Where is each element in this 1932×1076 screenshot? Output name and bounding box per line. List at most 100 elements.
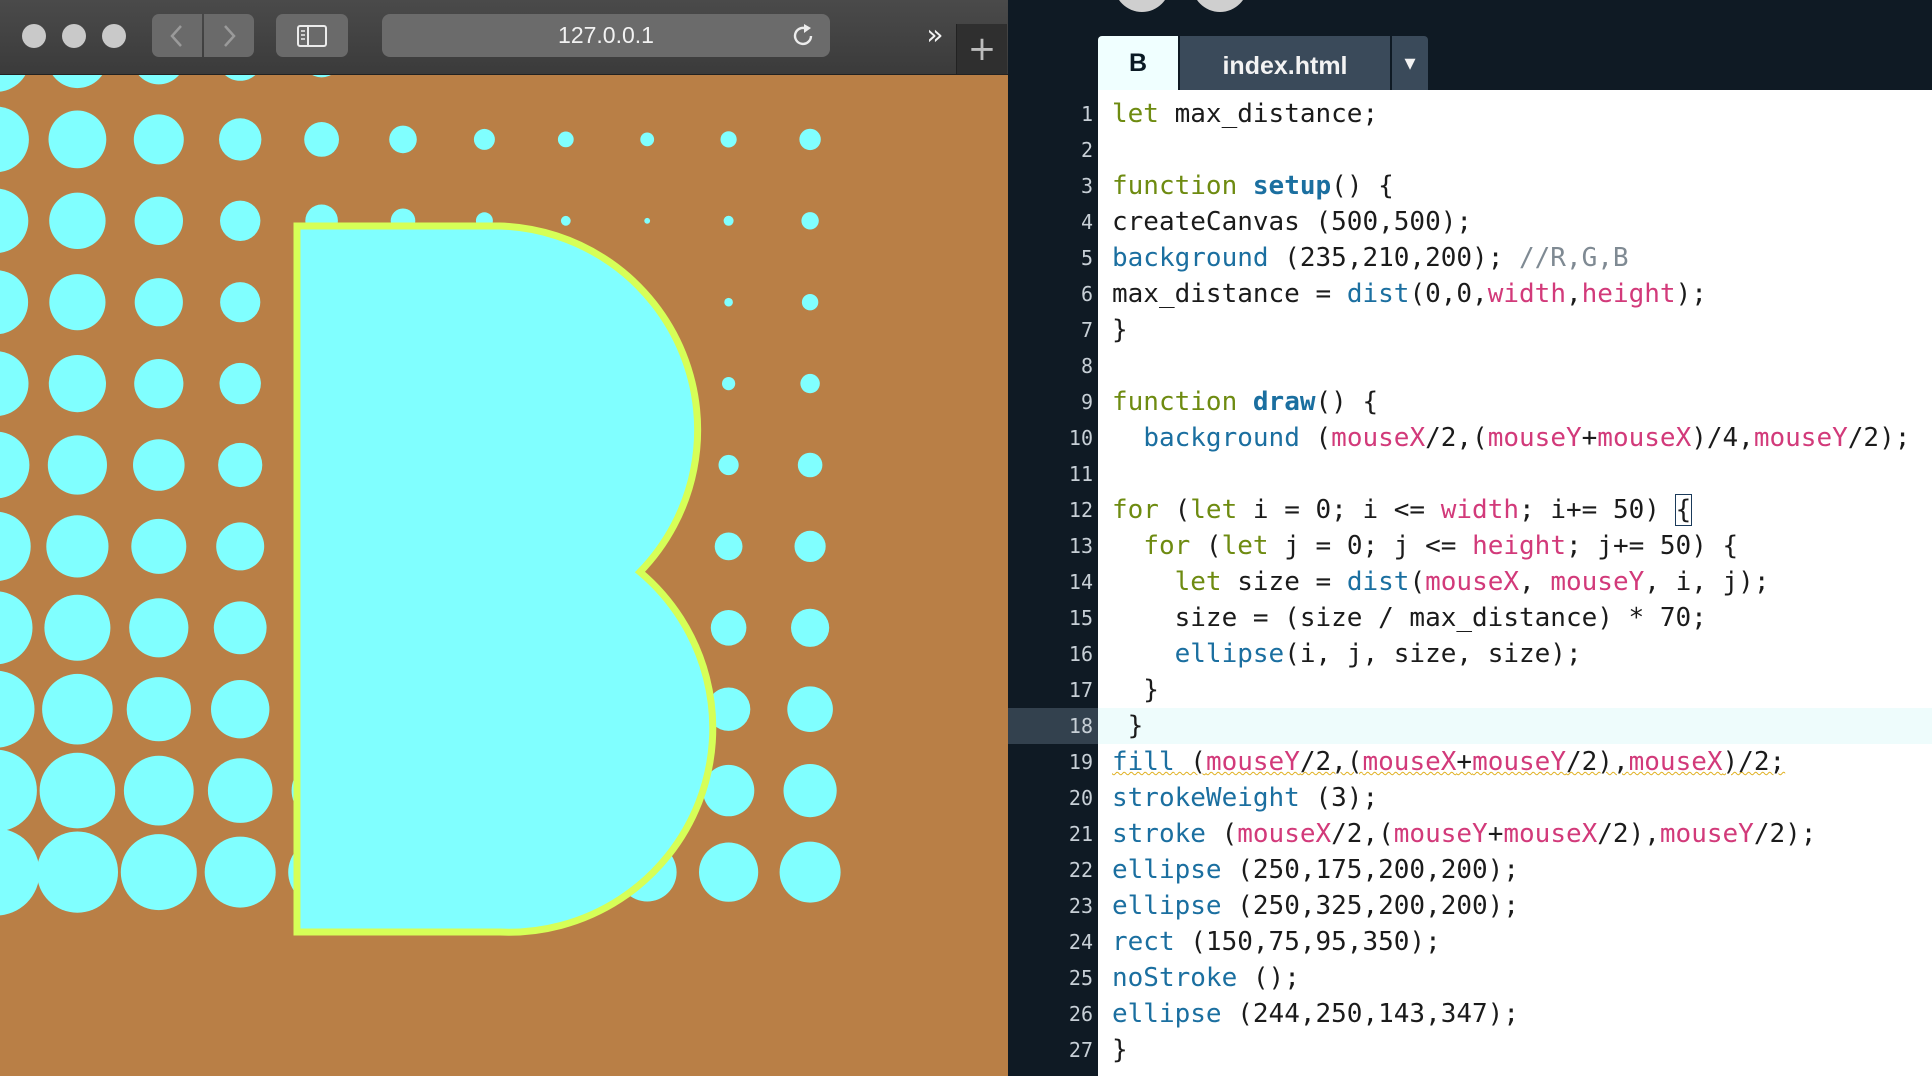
- line-number: 12: [1068, 498, 1093, 522]
- url-text: 127.0.0.1: [558, 22, 654, 48]
- grid-dot: [216, 522, 265, 571]
- code-line: 6 max_distance = dist(0,0,width,height);: [1008, 276, 1932, 312]
- code-text: }: [1112, 1035, 1128, 1065]
- tab-label: index.html: [1222, 51, 1348, 80]
- grid-dot: [48, 355, 106, 413]
- tab-index-html[interactable]: index.html: [1180, 36, 1390, 93]
- code-line: 21 stroke (mouseX/2,(mouseY+mouseX/2),mo…: [1008, 816, 1932, 852]
- line-number: 8: [1080, 354, 1093, 378]
- grid-dot: [134, 359, 184, 409]
- grid-dot: [710, 610, 747, 646]
- code-line: 8: [1008, 348, 1932, 384]
- code-line: 27 }: [1008, 1032, 1932, 1068]
- grid-dot: [220, 282, 261, 323]
- code-line: 5 background (235,210,200); //R,G,B: [1008, 240, 1932, 276]
- code-line: 23 ellipse (250,325,200,200);: [1008, 888, 1932, 924]
- caret-down-icon: ▾: [1404, 50, 1416, 76]
- line-number: 9: [1080, 390, 1093, 414]
- line-number: 17: [1068, 678, 1093, 702]
- grid-dot: [304, 122, 339, 157]
- code-line: 9 function draw() {: [1008, 384, 1932, 420]
- code-line: 25 noStroke ();: [1008, 960, 1932, 996]
- sketch-canvas[interactable]: [0, 74, 997, 1076]
- grid-dot: [49, 274, 106, 331]
- grid-dot: [36, 831, 118, 913]
- code-text: stroke (mouseX/2,(mouseY+mouseX/2),mouse…: [1112, 819, 1817, 849]
- line-number: 26: [1068, 1002, 1093, 1026]
- line-number: 19: [1068, 750, 1093, 774]
- close-window-button[interactable]: [22, 24, 46, 48]
- grid-dot: [797, 452, 823, 478]
- grid-dot: [723, 215, 734, 226]
- grid-dot: [644, 217, 651, 224]
- code-line: 12 for (let i = 0; i <= width; i+= 50) {: [1008, 492, 1932, 528]
- code-text: max_distance = dist(0,0,width,height);: [1112, 279, 1707, 309]
- back-button[interactable]: [152, 14, 202, 57]
- code-line: 11: [1008, 456, 1932, 492]
- code-text: ellipse (250,175,200,200);: [1112, 855, 1519, 885]
- code-text: ellipse (250,325,200,200);: [1112, 891, 1519, 921]
- code-text: noStroke ();: [1112, 963, 1300, 993]
- code-line: 24 rect (150,75,95,350);: [1008, 924, 1932, 960]
- grid-dot: [783, 764, 837, 818]
- line-number: 22: [1068, 858, 1093, 882]
- code-line: 19 fill (mouseY/2,(mouseX+mouseY/2),mous…: [1008, 744, 1932, 780]
- grid-dot: [42, 673, 113, 745]
- code-text: }: [1112, 315, 1128, 345]
- zoom-window-button[interactable]: [102, 24, 126, 48]
- code-text: function setup() {: [1112, 171, 1394, 201]
- grid-dot: [557, 131, 574, 148]
- grid-dot: [39, 752, 116, 829]
- grid-dot: [787, 686, 833, 732]
- editor-circle-button[interactable]: [1114, 0, 1170, 12]
- code-line: 4 createCanvas (500,500);: [1008, 204, 1932, 240]
- grid-dot: [204, 836, 276, 908]
- line-number: 13: [1068, 534, 1093, 558]
- code-line-active: 18 }: [1008, 708, 1932, 744]
- code-text: }: [1112, 711, 1144, 741]
- plus-icon: +: [967, 29, 997, 69]
- line-number: 21: [1068, 822, 1093, 846]
- sidebar-icon: [297, 24, 327, 47]
- grid-dot: [47, 435, 107, 495]
- grid-dot: [213, 601, 267, 655]
- reload-icon[interactable]: [790, 23, 816, 49]
- code-line: 16 ellipse(i, j, size, size);: [1008, 636, 1932, 672]
- address-bar[interactable]: 127.0.0.1: [382, 14, 830, 57]
- grid-dot: [800, 373, 820, 394]
- code-text-warning: fill (mouseY/2,(mouseX+mouseY/2),mouseX)…: [1112, 747, 1786, 777]
- code-text: for (let j = 0; j <= height; j+= 50) {: [1143, 531, 1739, 561]
- code-line: 7 }: [1008, 312, 1932, 348]
- double-chevron-right-icon[interactable]: »: [920, 20, 950, 50]
- new-tab-button[interactable]: +: [956, 24, 1007, 74]
- chevron-right-icon: [224, 24, 236, 47]
- tab-sketch-b[interactable]: B: [1098, 36, 1178, 90]
- grid-dot: [779, 841, 841, 903]
- grid-dot: [801, 212, 819, 230]
- grid-dot: [126, 677, 191, 742]
- code-line: 20 strokeWeight (3);: [1008, 780, 1932, 816]
- code-line: 10 background (mouseX/2,(mouseY+mouseX)/…: [1008, 420, 1932, 456]
- code-editor: B index.html ▾ 1 let max_distance; 2 3 f…: [1008, 0, 1932, 1076]
- line-number: 25: [1068, 966, 1093, 990]
- canvas-edge: [997, 74, 1008, 1076]
- code-text: size = (size / max_distance) * 70;: [1112, 603, 1707, 633]
- grid-dot: [720, 131, 737, 148]
- code-text: ellipse(i, j, size, size);: [1174, 639, 1582, 669]
- grid-dot: [129, 598, 189, 658]
- sidebar-toggle-button[interactable]: [276, 14, 348, 57]
- tab-dropdown-button[interactable]: ▾: [1392, 36, 1428, 90]
- grid-dot: [801, 294, 819, 311]
- grid-dot: [134, 196, 183, 245]
- code-text: strokeWeight (3);: [1112, 783, 1379, 813]
- minimize-window-button[interactable]: [62, 24, 86, 48]
- code-text: for (let i = 0; i <= width; i+= 50) {: [1112, 494, 1693, 526]
- editor-circle-button[interactable]: [1192, 0, 1248, 12]
- matching-bracket: {: [1674, 494, 1693, 526]
- code-text: let size = dist(mouseX, mouseY, i, j);: [1174, 567, 1770, 597]
- line-number: 15: [1068, 606, 1093, 630]
- forward-button[interactable]: [204, 14, 254, 57]
- grid-dot: [714, 532, 743, 561]
- code-line: 17 }: [1008, 672, 1932, 708]
- grid-dot: [207, 758, 273, 823]
